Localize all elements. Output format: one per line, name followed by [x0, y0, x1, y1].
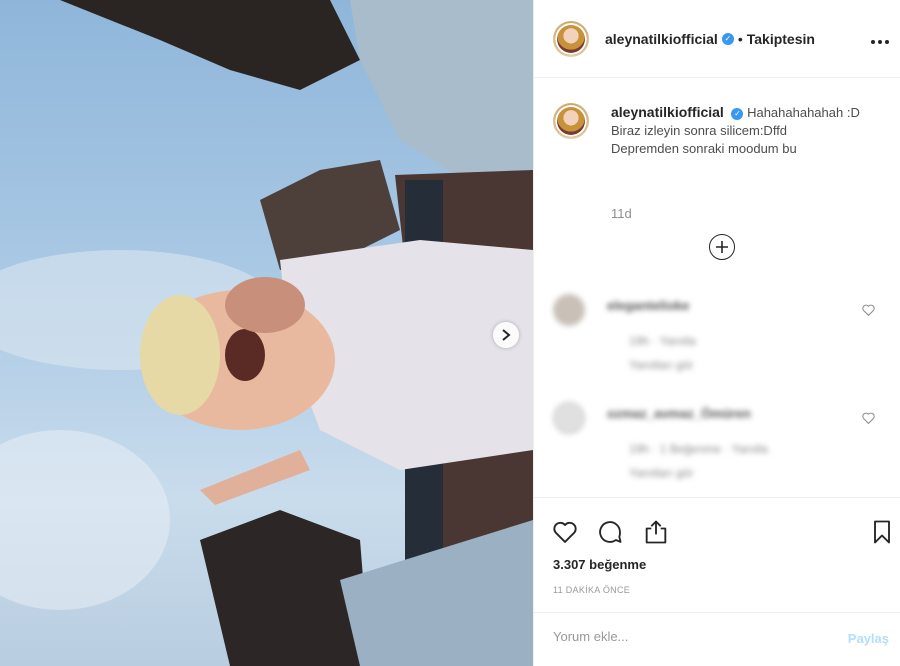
author-avatar[interactable]: [553, 20, 589, 57]
verified-icon: ✓: [721, 32, 734, 45]
follow-status[interactable]: Takiptesin: [747, 31, 815, 47]
next-media-button[interactable]: [493, 322, 519, 348]
heart-icon: [553, 521, 577, 543]
save-button[interactable]: [868, 518, 896, 546]
comment-composer: Paylaş: [534, 612, 900, 666]
comment-meta: 19h · 1 Beğenme · Yanıtla: [629, 442, 768, 456]
comment-button[interactable]: [596, 518, 624, 546]
comment-item: ozmaz_avmaz_Ömüren 19h · 1 Beğenme · Yan…: [553, 402, 883, 492]
comment-like-button[interactable]: [862, 412, 875, 427]
more-icon: [871, 40, 889, 44]
commenter-avatar[interactable]: [553, 294, 585, 326]
comment-meta: 19h · Yanıtla: [629, 334, 696, 348]
verified-icon: ✓: [731, 107, 744, 120]
caption-text: aleynatilkiofficial ✓ Hahahahahahah :D B…: [611, 103, 871, 158]
author-username[interactable]: aleynatilkiofficial: [605, 31, 718, 47]
plus-icon: [716, 241, 728, 253]
commenter-avatar[interactable]: [553, 402, 585, 434]
commenter-username[interactable]: ozmaz_avmaz_Ömüren: [607, 406, 751, 421]
caption-line-2: Biraz izleyin sonra silicem:Dffd: [611, 123, 788, 138]
caption-avatar[interactable]: [553, 103, 589, 139]
view-replies-link[interactable]: Yanıtları gör: [629, 466, 693, 480]
post-media-video[interactable]: [0, 0, 533, 666]
post-comment-button[interactable]: Paylaş: [848, 631, 889, 646]
heart-icon: [862, 412, 875, 425]
share-button[interactable]: [642, 518, 670, 546]
commenter-username[interactable]: elegantelioke: [607, 298, 689, 313]
caption-timestamp: 11d: [611, 206, 632, 221]
likes-count[interactable]: 3.307 beğenme: [553, 557, 646, 572]
comment-item: elegantelioke 19h · Yanıtla Yanıtları gö…: [553, 294, 883, 384]
like-button[interactable]: [551, 518, 579, 546]
chevron-right-icon: [502, 329, 511, 341]
separator-dot: •: [737, 30, 743, 47]
post-side-panel: aleynatilkiofficial ✓ • Takiptesin aleyn…: [533, 0, 900, 666]
more-options-button[interactable]: [871, 28, 889, 48]
caption-line-3: Depremden sonraki moodum bu: [611, 141, 797, 156]
comment-like-button[interactable]: [862, 304, 875, 319]
comment-icon: [599, 521, 622, 543]
comment-input[interactable]: [553, 629, 803, 644]
caption-username[interactable]: aleynatilkiofficial: [611, 104, 724, 120]
post-caption: aleynatilkiofficial ✓ Hahahahahahah :D B…: [553, 103, 871, 158]
share-icon: [645, 520, 667, 544]
bookmark-icon: [874, 520, 890, 544]
load-more-comments-button[interactable]: [709, 234, 735, 260]
caption-line-1: Hahahahahahah :D: [747, 105, 860, 120]
post-header: aleynatilkiofficial ✓ • Takiptesin: [534, 0, 900, 78]
heart-icon: [862, 304, 875, 317]
video-frame-illustration: [0, 0, 533, 666]
post-time-ago: 11 DAKİKA ÖNCE: [553, 585, 631, 595]
view-replies-link[interactable]: Yanıtları gör: [629, 358, 693, 372]
